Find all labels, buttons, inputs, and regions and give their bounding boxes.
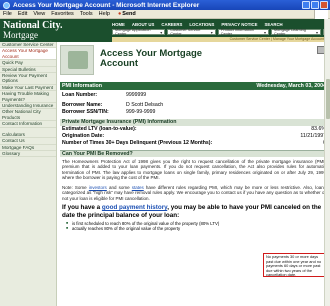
note-text-b: and some <box>106 185 132 191</box>
ltv-label: Estimated LTV (loan-to-value): <box>62 126 137 132</box>
payment-history-tooltip: No payments 30 or more days past due wit… <box>263 253 325 277</box>
menu-edit[interactable]: Edit <box>18 11 27 17</box>
pmi-info-bar: PMI Information Wednesday, March 03, 200… <box>60 82 328 90</box>
menu-favorites[interactable]: Favorites <box>51 11 74 17</box>
cancellation-conditions-list: is first scheduled to reach 80% of the o… <box>60 221 328 232</box>
sidebar-item-other-products[interactable]: Other National City Products <box>0 109 56 122</box>
borrower-ssn-value: 999-99-9999 <box>126 109 156 115</box>
menu-bar: File Edit View Favorites Tools Help Send <box>0 10 330 19</box>
delinquent-label: Number of Times 30+ Days Delinquent (Pre… <box>62 140 213 146</box>
vertical-scrollbar[interactable] <box>324 19 330 306</box>
states-link[interactable]: states <box>132 185 144 190</box>
scrollbar-thumb[interactable] <box>326 79 330 119</box>
sidebar: Customer Service Center Access Your Mort… <box>0 42 57 306</box>
topnav-privacy[interactable]: PRIVACY NOTICE <box>221 22 257 27</box>
pmi-info-label: PMI Information <box>62 83 103 89</box>
note-paragraph: Note: Some investors and some states hav… <box>60 183 328 201</box>
brand-logo[interactable]: National City. Mortgage <box>3 21 62 40</box>
payment-history-statement: If you have a good payment history, you … <box>60 201 328 219</box>
maximize-icon[interactable] <box>311 1 319 9</box>
delinquent-value: 0 <box>262 140 328 147</box>
ltv-row: Estimated LTV (loan-to-value): 83.6% <box>60 126 328 133</box>
subnav-customer-label: Customer Service Center <box>170 28 201 36</box>
borrower-name-value: D Scott Delsach <box>126 102 164 108</box>
origination-value: 11/21/1997 <box>300 133 326 139</box>
subnav-product-label: Product Information Center <box>220 28 254 36</box>
chevron-down-icon: ▾ <box>315 29 318 35</box>
loan-number-label: Loan Number: <box>62 92 98 98</box>
origination-label: Origination Date: <box>62 133 105 139</box>
sidebar-item-trouble-paying[interactable]: Having Trouble Making Payments? <box>0 91 56 104</box>
sidebar-item-access-account[interactable]: Access Your Mortgage Account <box>0 48 56 61</box>
subnav-product-info[interactable]: Product Information Center ▾ <box>217 28 269 36</box>
close-icon[interactable] <box>320 1 328 9</box>
windows-logo-icon <box>314 10 328 19</box>
current-date: Wednesday, March 03, 2004 <box>256 83 326 89</box>
window-title: Access Your Mortgage Account - Microsoft… <box>13 1 200 9</box>
menu-file[interactable]: File <box>3 11 12 17</box>
minimize-icon[interactable] <box>302 1 310 9</box>
main-content: Access Your Mortgage Account PMI Informa… <box>60 44 328 232</box>
top-nav: HOME ABOUT US CAREERS LOCATIONS PRIVACY … <box>112 22 283 27</box>
brand-line2: Mortgage <box>3 30 38 40</box>
menu-view[interactable]: View <box>33 11 45 17</box>
chevron-down-icon: ▾ <box>210 29 213 35</box>
window-titlebar: Access Your Mortgage Account - Microsoft… <box>0 0 330 10</box>
sidebar-item-glossary[interactable]: Glossary <box>0 151 56 158</box>
topnav-careers[interactable]: CAREERS <box>161 22 182 27</box>
borrower-name-label: Borrower Name: <box>62 102 103 108</box>
subnav-application-label: Mortgage Application Center <box>115 28 151 36</box>
subnav-application-center[interactable]: Mortgage Application Center ▾ <box>112 28 166 36</box>
sidebar-item-payment-options[interactable]: Review Your Payment Options <box>0 73 56 85</box>
statement-text-a: If you have a <box>62 204 102 212</box>
topnav-home[interactable]: HOME <box>112 22 125 27</box>
send-button[interactable]: Send <box>118 11 135 17</box>
borrower-name-row: Borrower Name: D Scott Delsach <box>60 102 328 109</box>
loan-number-value: 9999999 <box>126 92 147 98</box>
origination-row: Origination Date: 11/21/1997 <box>60 133 328 140</box>
ltv-value: 83.6% <box>311 126 326 132</box>
sub-nav: Mortgage Application Center ▾ Customer Se… <box>112 28 330 36</box>
menu-tools[interactable]: Tools <box>80 11 93 17</box>
borrower-ssn-row: Borrower SSN/TIN: 999-99-9999 <box>60 109 328 116</box>
topnav-about[interactable]: ABOUT US <box>132 22 154 27</box>
house-photo-icon <box>60 45 94 75</box>
chevron-down-icon: ▾ <box>263 29 266 35</box>
subnav-customer-service[interactable]: Customer Service Center ▾ <box>167 28 216 36</box>
subnav-learning-label: Mortgage Learning Center <box>273 28 306 36</box>
menu-help[interactable]: Help <box>99 11 110 17</box>
delinquent-row: Number of Times 30+ Days Delinquent (Pre… <box>60 140 328 147</box>
borrower-ssn-label: Borrower SSN/TIN: <box>62 109 109 115</box>
breadcrumb: Customer Service Center | Manage Your Mo… <box>112 37 330 42</box>
loan-number-row: Loan Number: 9999999 <box>60 92 328 99</box>
topnav-locations[interactable]: LOCATIONS <box>189 22 214 27</box>
list-item: actually reaches 80% of the original val… <box>66 226 328 232</box>
topnav-search[interactable]: SEARCH <box>265 22 283 27</box>
page-title: Access Your Mortgage Account <box>100 48 203 69</box>
pmi-section-heading: Private Mortgage Insurance (PMI) Informa… <box>60 119 328 126</box>
hpa-paragraph: The Homeowners Protection Act of 1998 gi… <box>62 159 326 180</box>
page-header: Access Your Mortgage Account <box>60 44 328 82</box>
pmi-removal-heading: Can Your PMI Be Removed? <box>60 150 328 157</box>
chevron-down-icon: ▾ <box>160 29 163 35</box>
browser-icon <box>3 1 10 9</box>
note-text-a: Note: Some <box>62 185 89 191</box>
investors-link[interactable]: investors <box>89 185 107 190</box>
window-controls <box>302 1 328 9</box>
subnav-learning-center[interactable]: Mortgage Learning Center ▾ <box>270 28 321 36</box>
good-payment-history-link[interactable]: good payment history <box>102 204 167 211</box>
